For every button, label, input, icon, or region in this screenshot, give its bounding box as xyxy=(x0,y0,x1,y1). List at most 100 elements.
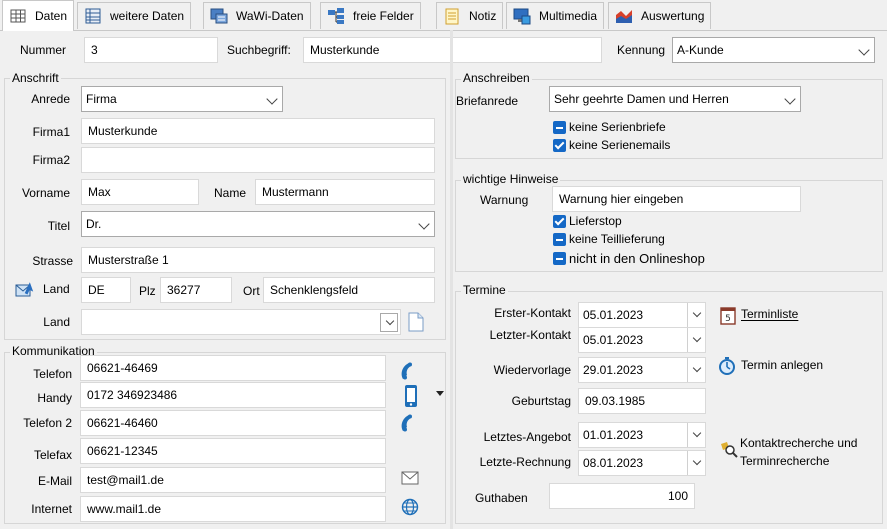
tab-label: weitere Daten xyxy=(110,9,185,23)
strasse-field[interactable]: Musterstraße 1 xyxy=(81,247,435,273)
letztes-angebot-date[interactable]: 01.01.2023 xyxy=(578,422,706,448)
titel-value: Dr. xyxy=(86,217,102,231)
erster-kontakt-date[interactable]: 05.01.2023 xyxy=(578,302,706,328)
mail-arrow-icon[interactable] xyxy=(15,281,35,299)
firma2-field[interactable] xyxy=(81,147,435,173)
anrede-label: Anrede xyxy=(31,92,70,106)
land-select[interactable] xyxy=(81,309,401,335)
telefax-field[interactable]: 06621-12345 xyxy=(80,438,386,464)
ort-label: Ort xyxy=(243,284,260,298)
tab-notiz[interactable]: Notiz xyxy=(436,2,504,29)
chevron-down-icon xyxy=(784,93,796,105)
phone-icon[interactable] xyxy=(398,360,420,382)
chevron-down-icon xyxy=(692,363,702,373)
globe-icon[interactable] xyxy=(401,498,419,516)
plz-field[interactable]: 36277 xyxy=(160,277,232,303)
anschrift-title: Anschrift xyxy=(10,71,61,85)
wiedervorlage-date[interactable]: 29.01.2023 xyxy=(578,357,706,383)
guthaben-label: Guthaben xyxy=(475,491,528,505)
erster-kontakt-label: Erster-Kontakt xyxy=(494,306,571,320)
telefon-field[interactable]: 06621-46469 xyxy=(80,355,386,381)
strasse-label: Strasse xyxy=(32,254,73,268)
internet-label: Internet xyxy=(31,502,72,516)
serienbriefe-checkbox[interactable]: keine Serienbriefe xyxy=(553,120,666,134)
letzter-kontakt-value: 05.01.2023 xyxy=(583,333,644,347)
onlineshop-checkbox[interactable]: nicht in den Onlineshop xyxy=(553,251,705,266)
briefanrede-select[interactable]: Sehr geehrte Damen und Herren xyxy=(549,86,801,112)
titel-select[interactable]: Dr. xyxy=(81,211,435,237)
nummer-field[interactable]: 3 xyxy=(84,37,218,63)
erster-kontakt-value: 05.01.2023 xyxy=(583,308,644,322)
termin-anlegen-link[interactable]: Termin anlegen xyxy=(741,358,823,372)
letzter-kontakt-date[interactable]: 05.01.2023 xyxy=(578,327,706,353)
recherche-link-line2[interactable]: Terminrecherche xyxy=(740,454,829,468)
telefon2-label: Telefon 2 xyxy=(23,416,72,430)
stopwatch-icon[interactable] xyxy=(718,356,736,376)
letzte-rechnung-date[interactable]: 08.01.2023 xyxy=(578,450,706,476)
date-dropdown-button[interactable] xyxy=(687,423,705,447)
date-dropdown-button[interactable] xyxy=(687,451,705,475)
date-dropdown-button[interactable] xyxy=(687,303,705,327)
letztes-angebot-label: Letztes-Angebot xyxy=(483,430,571,444)
geburtstag-label: Geburtstag xyxy=(511,394,571,408)
mobile-phone-icon[interactable] xyxy=(403,384,419,408)
chevron-down-icon xyxy=(692,333,702,343)
telefon2-field[interactable]: 06621-46460 xyxy=(80,410,386,436)
chevron-down-icon xyxy=(385,316,395,326)
geburtstag-field[interactable]: 09.03.1985 xyxy=(578,388,706,414)
tab-multimedia[interactable]: Multimedia xyxy=(506,2,605,29)
firma1-field[interactable]: Musterkunde xyxy=(81,118,435,144)
recherche-link-line1[interactable]: Kontaktrecherche und xyxy=(740,436,857,450)
serienbriefe-label: keine Serienbriefe xyxy=(569,120,666,134)
land-field[interactable]: DE xyxy=(81,277,131,303)
internet-field[interactable]: www.mail1.de xyxy=(80,496,386,522)
terminliste-link[interactable]: Terminliste xyxy=(741,307,798,321)
briefanrede-label: Briefanrede xyxy=(456,94,519,108)
phone-icon[interactable] xyxy=(398,412,420,434)
name-field[interactable]: Mustermann xyxy=(255,179,435,205)
tab-bar: Daten weitere Daten WaWi-Daten freie Fel… xyxy=(0,0,887,31)
name-label: Name xyxy=(214,186,247,200)
envelope-icon[interactable] xyxy=(401,471,419,485)
vorname-field[interactable]: Max xyxy=(81,179,199,205)
serienemails-label: keine Serienemails xyxy=(569,138,671,152)
letzte-rechnung-label: Letzte-Rechnung xyxy=(479,455,571,469)
multimedia-icon xyxy=(513,7,531,25)
tab-freie-felder[interactable]: freie Felder xyxy=(320,2,421,29)
email-field[interactable]: test@mail1.de xyxy=(80,467,386,493)
hinweise-title: wichtige Hinweise xyxy=(461,172,561,186)
date-dropdown-button[interactable] xyxy=(687,328,705,352)
suchbegriff-label: Suchbegriff: xyxy=(227,43,291,57)
caret-down-icon[interactable] xyxy=(436,391,444,396)
document-icon[interactable] xyxy=(406,311,426,333)
ort-field[interactable]: Schenklengsfeld xyxy=(263,277,435,303)
kennung-select[interactable]: A-Kunde xyxy=(672,37,875,63)
note-icon xyxy=(443,7,461,25)
tab-auswertung[interactable]: Auswertung xyxy=(608,2,712,29)
teillieferung-checkbox[interactable]: keine Teillieferung xyxy=(553,232,665,246)
tab-weitere-daten[interactable]: weitere Daten xyxy=(77,2,192,29)
serienemails-checkbox[interactable]: keine Serienemails xyxy=(553,138,670,152)
wiedervorlage-label: Wiedervorlage xyxy=(493,363,571,377)
tab-label: Multimedia xyxy=(539,9,598,23)
warnung-field[interactable]: Warnung hier eingeben xyxy=(552,186,801,212)
tab-daten[interactable]: Daten xyxy=(2,0,75,31)
lieferstop-checkbox[interactable]: Lieferstop xyxy=(553,214,622,228)
firma2-label: Firma2 xyxy=(32,153,70,167)
checkbox-indeterminate-icon xyxy=(553,120,566,134)
checkbox-checked-icon xyxy=(553,138,566,152)
search-person-icon[interactable] xyxy=(720,440,738,458)
land2-label: Land xyxy=(43,315,70,329)
column-divider xyxy=(450,30,453,529)
nummer-label: Nummer xyxy=(20,43,67,57)
tab-wawi-daten[interactable]: WaWi-Daten xyxy=(203,2,311,29)
firma1-label: Firma1 xyxy=(32,125,70,139)
calendar-list-icon[interactable]: 5 xyxy=(719,305,737,325)
date-dropdown-button[interactable] xyxy=(687,358,705,382)
handy-field[interactable]: 0172 346923486 xyxy=(80,382,386,408)
guthaben-field[interactable]: 100 xyxy=(549,483,695,509)
anrede-select[interactable]: Firma xyxy=(81,86,283,112)
land-dropdown-button[interactable] xyxy=(380,313,398,332)
email-label: E-Mail xyxy=(37,474,72,488)
briefanrede-value: Sehr geehrte Damen und Herren xyxy=(554,92,729,106)
